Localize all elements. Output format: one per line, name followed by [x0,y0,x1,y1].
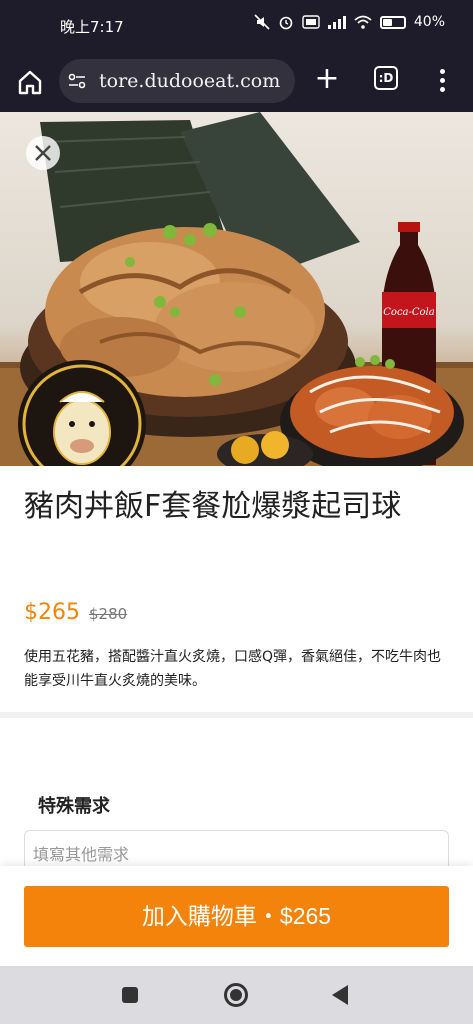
android-nav-bar [0,966,473,1024]
plus-icon[interactable]: + [311,64,343,96]
site-info-icon[interactable] [67,71,87,91]
url-text: tore.dudooeat.com [99,70,281,92]
status-bar: 晚上7:17 40% [0,0,473,52]
signal-icon [327,15,346,29]
product-description: 使用五花豬，搭配醬汁直火炙燒，口感Q彈，香氣絕佳，不吃牛肉也能享受川牛直火炙燒的… [24,649,442,689]
recent-apps-icon[interactable] [122,987,138,1003]
food-photo: Coca-Cola [0,112,473,466]
add-to-cart-button[interactable]: 加入購物車・$265 [24,886,449,947]
product-title: 豬肉丼飯F套餐尬爆漿起司球 [24,489,402,524]
battery-icon [379,15,406,29]
status-icons: 40% [254,14,445,30]
tab-switcher-button[interactable]: :D [374,66,398,90]
mute-icon [254,14,270,30]
alarm-icon [279,16,293,30]
product-image: Coca-Cola [0,112,473,466]
browser-toolbar: tore.dudooeat.com + :D [0,52,473,112]
address-bar[interactable]: tore.dudooeat.com [59,59,295,103]
home-circle-icon[interactable] [224,983,248,1007]
drink-label-text: Coca-Cola [383,307,434,318]
back-icon[interactable] [332,985,348,1005]
home-icon[interactable] [14,66,46,98]
original-price: $280 [89,605,128,623]
section-divider [0,712,473,718]
wifi-icon [354,15,372,29]
bottom-action-bar: 加入購物車・$265 [0,866,473,966]
battery-level: 40% [413,14,445,30]
current-price: $265 [24,600,80,625]
menu-icon[interactable] [430,66,454,94]
special-request-title: 特殊需求 [38,796,110,817]
close-button[interactable] [26,136,60,170]
volte-icon [302,15,320,29]
price-row: $265 $280 [24,600,127,625]
close-icon [35,145,51,161]
status-time: 晚上7:17 [60,18,124,36]
